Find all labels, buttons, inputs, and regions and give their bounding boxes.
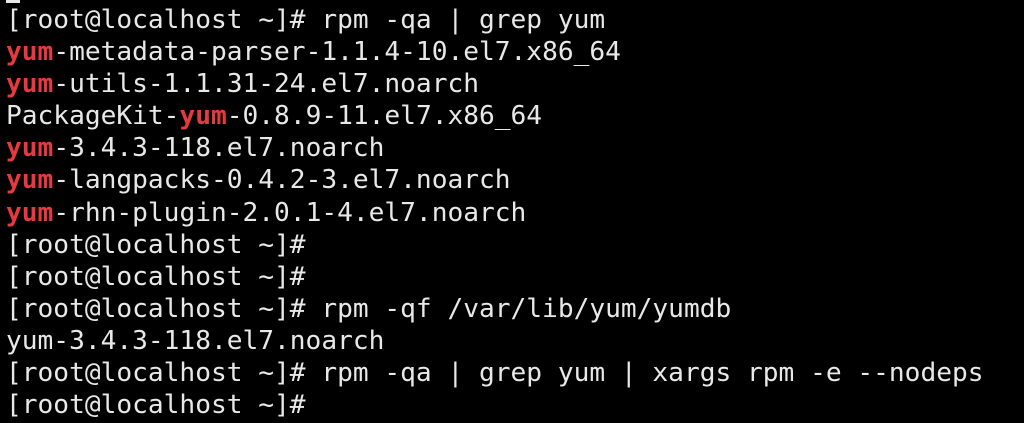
grep-match-highlight: yum: [179, 101, 227, 132]
terminal-text: [root@localhost ~]#: [6, 390, 306, 421]
terminal-text: [root@localhost ~]# rpm -qa | grep yum |…: [6, 358, 984, 389]
grep-match-highlight: yum: [6, 197, 54, 228]
partial-line-fragment: [6, 0, 20, 3]
terminal-text: [root@localhost ~]# rpm -qf /var/lib/yum…: [6, 293, 732, 324]
terminal-window[interactable]: [root@localhost ~]# rpm -qa | grep yum yu…: [0, 0, 1024, 423]
terminal-output: [root@localhost ~]# rpm -qa | grep yum yu…: [6, 4, 1024, 421]
terminal-text: [root@localhost ~]#: [6, 229, 306, 260]
terminal-text: -0.8.9-11.el7.x86_64: [226, 101, 543, 132]
terminal-line: [root@localhost ~]#: [6, 229, 1024, 261]
terminal-line: [root@localhost ~]#: [6, 389, 1024, 421]
terminal-text: [root@localhost ~]#: [6, 261, 306, 292]
terminal-line: yum-utils-1.1.31-24.el7.noarch: [6, 68, 1024, 100]
terminal-line: PackageKit-yum-0.8.9-11.el7.x86_64: [6, 100, 1024, 132]
grep-match-highlight: yum: [6, 165, 54, 196]
terminal-text: -langpacks-0.4.2-3.el7.noarch: [53, 165, 511, 196]
terminal-line: yum-langpacks-0.4.2-3.el7.noarch: [6, 164, 1024, 196]
grep-match-highlight: yum: [6, 69, 54, 100]
terminal-text: -rhn-plugin-2.0.1-4.el7.noarch: [53, 197, 527, 228]
terminal-line: yum-3.4.3-118.el7.noarch: [6, 132, 1024, 164]
terminal-line: yum-metadata-parser-1.1.4-10.el7.x86_64: [6, 36, 1024, 68]
terminal-line: [root@localhost ~]#: [6, 261, 1024, 293]
grep-match-highlight: yum: [6, 133, 54, 164]
terminal-text: -metadata-parser-1.1.4-10.el7.x86_64: [53, 37, 621, 68]
terminal-line: [root@localhost ~]# rpm -qf /var/lib/yum…: [6, 293, 1024, 325]
terminal-text: [root@localhost ~]# rpm -qa | grep yum: [6, 5, 606, 35]
terminal-text: -utils-1.1.31-24.el7.noarch: [53, 69, 480, 100]
terminal-text: yum-3.4.3-118.el7.noarch: [6, 325, 385, 356]
terminal-text: PackageKit-: [6, 101, 180, 132]
terminal-line: [root@localhost ~]# rpm -qa | grep yum: [6, 4, 1024, 36]
terminal-text: -3.4.3-118.el7.noarch: [53, 133, 385, 164]
terminal-line: [root@localhost ~]# rpm -qa | grep yum |…: [6, 357, 1024, 389]
grep-match-highlight: yum: [6, 37, 54, 68]
terminal-line: yum-3.4.3-118.el7.noarch: [6, 325, 1024, 357]
terminal-line: yum-rhn-plugin-2.0.1-4.el7.noarch: [6, 197, 1024, 229]
